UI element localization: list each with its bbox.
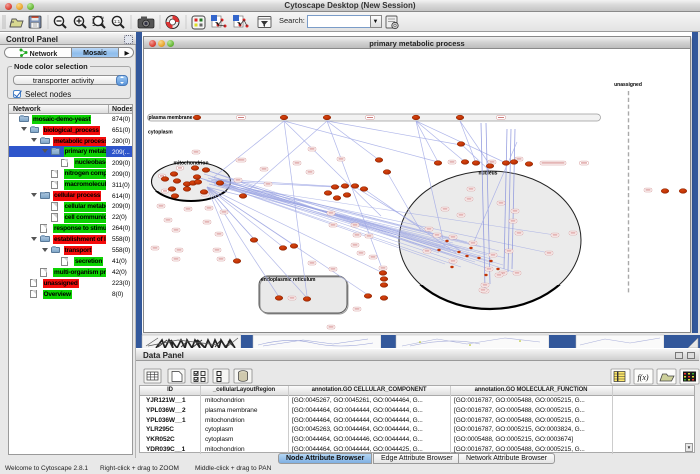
- svg-text:cytoplasm: cytoplasm: [148, 130, 173, 136]
- svg-text:f(x): f(x): [637, 373, 648, 382]
- svg-text:plasma membrane: plasma membrane: [149, 115, 193, 121]
- svg-text:1:1: 1:1: [114, 19, 121, 24]
- svg-text:unassigned: unassigned: [614, 82, 642, 88]
- svg-text:nucleus: nucleus: [479, 171, 498, 177]
- svg-text:mitochondrion: mitochondrion: [174, 161, 209, 167]
